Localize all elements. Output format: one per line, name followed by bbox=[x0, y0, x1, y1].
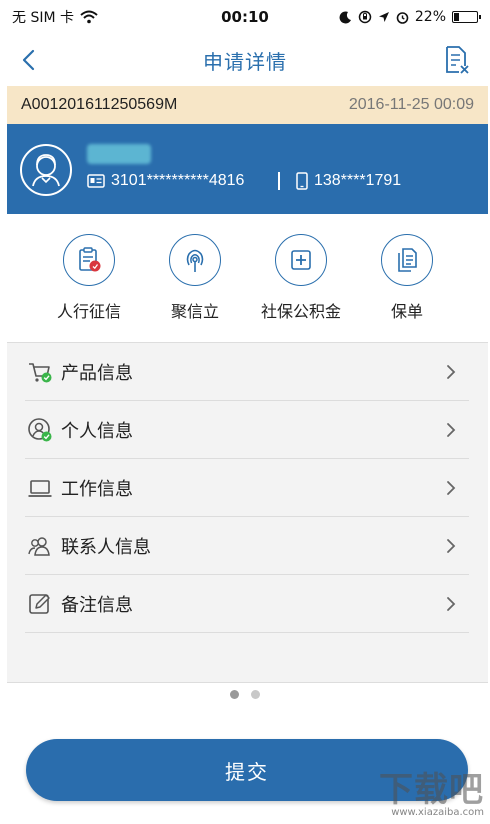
nav-bar: 申请详情 bbox=[0, 34, 490, 86]
quick-link-label: 聚信立 bbox=[170, 302, 219, 321]
moon-icon bbox=[339, 10, 351, 23]
section-label: 联系人信息 bbox=[61, 536, 151, 558]
chevron-right-icon bbox=[447, 538, 456, 553]
page-indicator bbox=[0, 690, 490, 699]
section-contacts-info[interactable]: 联系人信息 bbox=[25, 517, 469, 575]
status-right: 22% bbox=[339, 9, 481, 25]
medical-cross-icon bbox=[291, 250, 311, 270]
cart-check-icon bbox=[29, 362, 52, 382]
quick-link-icon-circle bbox=[169, 234, 221, 286]
quick-link-label: 人行征信 bbox=[56, 302, 121, 321]
watermark-logo: 下载吧 www.xiazaiba.com bbox=[379, 762, 484, 818]
section-label: 工作信息 bbox=[61, 478, 133, 500]
page-dot bbox=[230, 690, 239, 699]
section-label: 个人信息 bbox=[61, 420, 133, 442]
quick-link-label: 保单 bbox=[390, 302, 423, 321]
chevron-right-icon bbox=[447, 480, 456, 495]
laptop-icon bbox=[28, 479, 52, 497]
back-arrow-icon[interactable] bbox=[14, 44, 46, 76]
status-left: 无 SIM 卡 bbox=[12, 7, 98, 27]
user-headset-icon bbox=[32, 154, 60, 187]
quick-link-icon-circle bbox=[275, 234, 327, 286]
quick-links: 人行征信 聚信立 社保公积金 保单 bbox=[7, 226, 488, 336]
avatar bbox=[20, 144, 72, 196]
phone-icon bbox=[296, 172, 308, 190]
chevron-right-icon bbox=[447, 422, 456, 437]
quick-link-icon-circle bbox=[63, 234, 115, 286]
list-icon bbox=[27, 475, 53, 501]
section-label: 产品信息 bbox=[61, 362, 133, 384]
person-check-icon bbox=[28, 417, 52, 441]
section-personal-info[interactable]: 个人信息 bbox=[25, 401, 469, 459]
battery-fill bbox=[454, 13, 460, 21]
watermark-url: www.xiazaiba.com bbox=[391, 807, 484, 818]
wifi-icon bbox=[80, 10, 98, 24]
alarm-icon bbox=[396, 11, 409, 24]
id-card-info: 3101**********4816 bbox=[87, 172, 244, 190]
phone-number: 138****1791 bbox=[313, 172, 402, 189]
page-title: 申请详情 bbox=[203, 49, 287, 74]
page-dot bbox=[251, 690, 260, 699]
quick-link-label: 社保公积金 bbox=[260, 302, 341, 321]
order-datetime: 2016-11-25 00:09 bbox=[348, 96, 474, 113]
list-icon bbox=[27, 417, 53, 443]
document-close-icon[interactable] bbox=[440, 44, 472, 76]
quick-link-policy[interactable]: 保单 bbox=[357, 234, 457, 322]
section-work-info[interactable]: 工作信息 bbox=[25, 459, 469, 517]
chevron-right-icon bbox=[447, 596, 456, 611]
status-bar: 无 SIM 卡 00:10 22% bbox=[0, 0, 490, 34]
edit-note-icon bbox=[29, 593, 50, 614]
watermark-main: 下载吧 bbox=[379, 770, 484, 810]
list-icon bbox=[27, 591, 53, 617]
quick-link-credit-report[interactable]: 人行征信 bbox=[39, 234, 139, 322]
id-number: 3101**********4816 bbox=[111, 172, 245, 189]
list-bottom-border bbox=[7, 682, 488, 683]
battery-percent: 22% bbox=[414, 9, 446, 25]
quick-link-icon-circle bbox=[381, 234, 433, 286]
contacts-icon bbox=[28, 536, 50, 556]
section-label: 备注信息 bbox=[61, 594, 133, 616]
quick-link-juxinli[interactable]: 聚信立 bbox=[145, 234, 245, 322]
chevron-right-icon bbox=[447, 364, 456, 379]
order-id: A001201611250569M bbox=[21, 96, 178, 113]
fingerprint-icon bbox=[186, 249, 204, 272]
documents-icon bbox=[398, 248, 417, 272]
rotation-lock-icon bbox=[358, 10, 372, 24]
section-product-info[interactable]: 产品信息 bbox=[25, 343, 469, 401]
carrier-text: 无 SIM 卡 bbox=[12, 10, 74, 26]
id-card-icon bbox=[87, 174, 105, 188]
applicant-profile: 3101**********4816 138****1791 bbox=[7, 124, 488, 214]
list-icon bbox=[27, 359, 53, 385]
section-remarks-info[interactable]: 备注信息 bbox=[25, 575, 469, 633]
profile-meta: 3101**********4816 138****1791 bbox=[87, 172, 401, 190]
quick-link-social-security[interactable]: 社保公积金 bbox=[251, 234, 351, 322]
phone-info: 138****1791 bbox=[296, 172, 401, 190]
list-icon bbox=[27, 533, 53, 559]
order-bar: A001201611250569M 2016-11-25 00:09 bbox=[7, 86, 488, 124]
meta-divider bbox=[278, 172, 280, 190]
applicant-name-redacted bbox=[87, 144, 151, 164]
info-section-list: 产品信息 个人信息 工作信息 联系人信息 备注信息 bbox=[7, 342, 488, 682]
battery-icon bbox=[452, 11, 481, 23]
location-icon bbox=[378, 12, 389, 22]
credit-report-icon bbox=[79, 247, 101, 272]
